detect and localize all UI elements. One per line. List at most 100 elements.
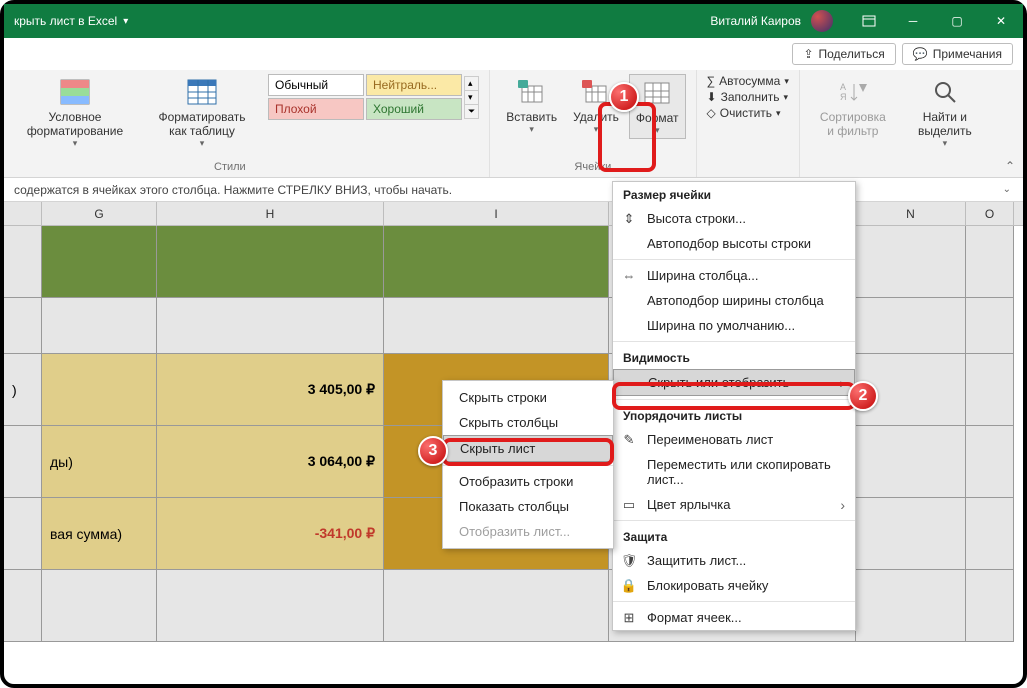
clear-button[interactable]: ◇Очистить ▾ (707, 106, 789, 120)
search-icon (929, 76, 961, 108)
col-header-o[interactable]: O (966, 202, 1014, 225)
style-good[interactable]: Хороший (366, 98, 462, 120)
fill-button[interactable]: ⬇Заполнить ▾ (707, 90, 789, 104)
cell-value[interactable]: -341,00 ₽ (157, 498, 384, 570)
chevron-down-icon: ▾ (73, 138, 78, 149)
share-label: Поделиться (819, 47, 885, 61)
conditional-formatting-button[interactable]: Условное форматирование ▾ (14, 74, 136, 151)
column-headers: G H I N O (4, 202, 1023, 226)
format-as-table-button[interactable]: Форматировать как таблицу ▾ (146, 74, 258, 151)
menu-item-format-cells[interactable]: ⊞Формат ячеек... (613, 605, 855, 630)
chevron-down-icon: ▾ (200, 138, 205, 149)
styles-group-label: Стили (214, 161, 246, 175)
cell-label[interactable]: ды) (42, 426, 157, 498)
conditional-formatting-label: Условное форматирование (20, 110, 130, 138)
style-normal[interactable]: Обычный (268, 74, 364, 96)
find-select-label: Найти и выделить (910, 110, 980, 138)
menu-item-rename-sheet[interactable]: ✎Переименовать лист (613, 427, 855, 452)
formula-bar[interactable]: содержатся в ячейках этого столбца. Нажм… (4, 178, 1023, 202)
menu-section-cell-size: Размер ячейки (613, 182, 855, 206)
submenu-unhide-sheet: Отобразить лист... (443, 519, 613, 544)
insert-label: Вставить (506, 110, 557, 124)
gallery-down-icon[interactable]: ▾ (465, 91, 478, 105)
row-height-icon: ⇕ (621, 211, 637, 227)
submenu-hide-rows[interactable]: Скрыть строки (443, 385, 613, 410)
minimize-icon[interactable]: ─ (891, 4, 935, 38)
menu-item-hide-unhide[interactable]: Скрыть или отобразить (613, 369, 855, 396)
cell-value[interactable]: 3 405,00 ₽ (157, 354, 384, 426)
cells-group-label: Ячейки (574, 161, 611, 175)
lock-icon: 🔒 (621, 578, 637, 594)
callout-bubble-1: 1 (609, 82, 639, 112)
comment-icon: 💬 (913, 47, 928, 61)
gallery-more-icon[interactable]: ⏷ (465, 105, 478, 118)
delete-label: Удалить (573, 110, 619, 124)
menu-item-default-width[interactable]: Ширина по умолчанию... (613, 313, 855, 338)
ribbon-mode-icon[interactable] (847, 4, 891, 38)
menu-item-col-width[interactable]: ⇔Ширина столбца... (613, 263, 855, 288)
share-bar: ⇪ Поделиться 💬 Примечания (4, 38, 1023, 70)
close-icon[interactable]: ✕ (979, 4, 1023, 38)
submenu-hide-cols[interactable]: Скрыть столбцы (443, 410, 613, 435)
chevron-down-icon: ▾ (594, 124, 599, 135)
insert-button[interactable]: Вставить ▾ (500, 74, 563, 139)
fill-down-icon: ⬇ (707, 90, 717, 104)
col-width-icon: ⇔ (621, 268, 637, 284)
col-header-g[interactable]: G (42, 202, 157, 225)
sort-filter-label: Сортировка и фильтр (816, 110, 890, 138)
col-header-stub[interactable] (4, 202, 42, 225)
comments-button[interactable]: 💬 Примечания (902, 43, 1013, 65)
delete-cells-icon (580, 76, 612, 108)
svg-text:A: A (840, 82, 846, 92)
avatar[interactable] (811, 10, 833, 32)
conditional-formatting-icon (59, 76, 91, 108)
col-header-i[interactable]: I (384, 202, 609, 225)
menu-item-tab-color[interactable]: ▭Цвет ярлычка (613, 492, 855, 517)
collapse-ribbon-icon[interactable]: ⌃ (1005, 159, 1015, 173)
formula-bar-text: содержатся в ячейках этого столбца. Нажм… (14, 183, 452, 197)
ribbon: Условное форматирование ▾ Форматировать … (4, 70, 1023, 178)
callout-bubble-3: 3 (418, 436, 448, 466)
autosum-button[interactable]: ∑Автосумма ▾ (707, 74, 789, 88)
menu-item-autofit-col[interactable]: Автоподбор ширины столбца (613, 288, 855, 313)
menu-item-row-height[interactable]: ⇕Высота строки... (613, 206, 855, 231)
document-title: крыть лист в Excel (14, 14, 117, 28)
tab-color-icon: ▭ (621, 497, 637, 513)
chevron-down-icon[interactable]: ▾ (123, 16, 128, 27)
cell-value[interactable]: 3 064,00 ₽ (157, 426, 384, 498)
submenu-hide-sheet[interactable]: Скрыть лист (443, 435, 613, 462)
menu-item-protect-sheet[interactable]: 🛡Защитить лист... (613, 548, 855, 573)
col-header-n[interactable]: N (856, 202, 966, 225)
rename-icon: ✎ (621, 432, 637, 448)
menu-section-organize: Упорядочить листы (613, 403, 855, 427)
submenu-unhide-rows[interactable]: Отобразить строки (443, 469, 613, 494)
style-neutral[interactable]: Нейтраль... (366, 74, 462, 96)
find-select-button[interactable]: Найти и выделить ▾ (904, 74, 986, 151)
formula-expand-icon[interactable]: ⌄ (1003, 184, 1011, 195)
titlebar: крыть лист в Excel ▾ Виталий Каиров ─ ▢ … (4, 4, 1023, 38)
comments-label: Примечания (933, 47, 1002, 61)
submenu-unhide-cols[interactable]: Показать столбцы (443, 494, 613, 519)
insert-cells-icon (516, 76, 548, 108)
sort-filter-icon: AЯ (837, 76, 869, 108)
menu-item-lock-cell[interactable]: 🔒Блокировать ячейку (613, 573, 855, 598)
eraser-icon: ◇ (707, 106, 716, 120)
format-button[interactable]: Формат ▾ (629, 74, 686, 139)
format-cells-icon (641, 77, 673, 109)
format-label: Формат (636, 111, 679, 125)
cell-styles-gallery[interactable]: Обычный Нейтраль... Плохой Хороший (268, 74, 462, 120)
share-button[interactable]: ⇪ Поделиться (792, 43, 895, 65)
clear-label: Очистить (720, 106, 772, 120)
col-header-h[interactable]: H (157, 202, 384, 225)
style-bad[interactable]: Плохой (268, 98, 364, 120)
sort-filter-button[interactable]: AЯ Сортировка и фильтр (810, 74, 896, 140)
menu-section-visibility: Видимость (613, 345, 855, 369)
protect-sheet-icon: 🛡 (621, 553, 637, 569)
gallery-up-icon[interactable]: ▴ (465, 77, 478, 91)
menu-item-autofit-row[interactable]: Автоподбор высоты строки (613, 231, 855, 256)
maximize-icon[interactable]: ▢ (935, 4, 979, 38)
hide-unhide-submenu: Скрыть строки Скрыть столбцы Скрыть лист… (442, 380, 614, 549)
menu-item-move-copy[interactable]: Переместить или скопировать лист... (613, 452, 855, 492)
cell-label[interactable]: вая сумма) (42, 498, 157, 570)
format-cells-icon: ⊞ (621, 610, 637, 626)
